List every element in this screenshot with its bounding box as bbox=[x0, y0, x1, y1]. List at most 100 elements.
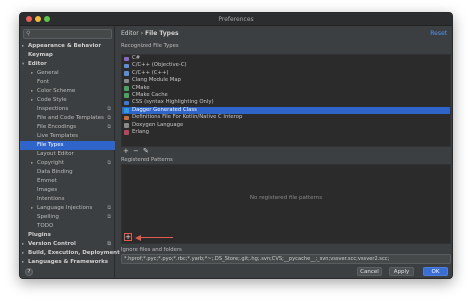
file-type-icon bbox=[124, 71, 129, 76]
sidebar-item[interactable]: Keymap bbox=[20, 51, 115, 60]
sidebar-item-label: File Encodings bbox=[37, 124, 77, 130]
sidebar-item[interactable]: File Types bbox=[20, 141, 115, 150]
chevron-right-icon[interactable]: ▸ bbox=[31, 96, 33, 105]
sidebar-item-label: Layout Editor bbox=[37, 151, 74, 157]
preferences-window: Preferences ⚲ ▸ Appearance & Behavior Keym… bbox=[19, 12, 453, 279]
edit-file-type-button[interactable]: ✎ bbox=[143, 147, 149, 155]
sidebar-item[interactable]: Layout Editor bbox=[20, 150, 115, 159]
chevron-right-icon[interactable]: ▸ bbox=[31, 69, 33, 78]
chevron-right-icon[interactable]: ▸ bbox=[31, 159, 33, 168]
ignore-files-label: Ignore files and folders bbox=[121, 247, 182, 253]
annotation-arrow-line bbox=[139, 237, 173, 238]
reset-link[interactable]: Reset bbox=[430, 30, 447, 37]
add-pattern-button[interactable]: + bbox=[124, 233, 132, 241]
chevron-right-icon[interactable]: ▸ bbox=[22, 42, 24, 51]
sidebar-item[interactable]: ▸ General bbox=[20, 69, 115, 78]
sidebar-item-label: Language Injections bbox=[37, 205, 93, 211]
sidebar-item-label: Keymap bbox=[28, 52, 53, 58]
chevron-right-icon[interactable]: ▸ bbox=[31, 87, 33, 96]
file-type-item[interactable]: CSS (syntax Highlighting Only) bbox=[122, 99, 450, 106]
sidebar-item[interactable]: ▸ Language Injections ⧉ bbox=[20, 204, 115, 213]
file-type-item[interactable]: C/C++ (Objective-C) bbox=[122, 62, 450, 69]
sidebar-item[interactable]: File Encodings ⧉ bbox=[20, 123, 115, 132]
sidebar-item[interactable]: ▾ Editor bbox=[20, 60, 115, 69]
sidebar-item[interactable]: Intentions bbox=[20, 195, 115, 204]
sidebar-item-label: File and Code Templates bbox=[37, 115, 104, 121]
annotation-arrow-head bbox=[135, 235, 141, 241]
sidebar-item[interactable]: Emmet bbox=[20, 177, 115, 186]
file-type-label: C# bbox=[132, 55, 141, 61]
project-scope-icon: ⧉ bbox=[107, 106, 111, 112]
file-type-icon bbox=[124, 86, 129, 91]
registered-patterns-list[interactable]: No registered file patterns + bbox=[121, 164, 451, 244]
file-type-item[interactable]: C/C++ (C++) bbox=[122, 70, 450, 77]
chevron-down-icon[interactable]: ▾ bbox=[22, 60, 24, 69]
sidebar-item[interactable]: Images bbox=[20, 186, 115, 195]
file-type-icon bbox=[124, 78, 129, 84]
sidebar-item-label: Copyright bbox=[37, 160, 64, 166]
sidebar-item[interactable]: ▸ Build, Execution, Deployment bbox=[20, 249, 120, 258]
search-icon: ⚲ bbox=[26, 30, 31, 37]
file-type-item[interactable]: Dagger Generated Class bbox=[122, 106, 450, 115]
settings-search-input[interactable]: ⚲ bbox=[23, 29, 112, 39]
file-type-item[interactable]: Doxygen Language bbox=[122, 122, 450, 129]
file-type-item[interactable]: CMake bbox=[122, 85, 450, 92]
sidebar-item[interactable]: ▸ Copyright ⧉ bbox=[20, 159, 115, 168]
file-type-label: C/C++ (Objective-C) bbox=[132, 62, 187, 69]
file-types-toolbar: + − ✎ bbox=[121, 147, 451, 157]
sidebar-item[interactable]: ▸ Code Style bbox=[20, 96, 115, 105]
help-button[interactable]: ? bbox=[25, 268, 33, 276]
chevron-right-icon[interactable]: ▸ bbox=[31, 204, 33, 213]
recognized-file-types-list[interactable]: C# C/C++ (Objective-C) C/C++ (C++) Clang Mo… bbox=[121, 54, 451, 147]
sidebar-item[interactable]: Font bbox=[20, 78, 115, 87]
sidebar-item-label: Code Style bbox=[37, 97, 67, 103]
cancel-button[interactable]: Cancel bbox=[357, 267, 382, 276]
file-type-icon bbox=[124, 93, 129, 98]
project-scope-icon: ⧉ bbox=[107, 160, 111, 166]
sidebar-item[interactable]: File and Code Templates ⧉ bbox=[20, 114, 115, 123]
file-type-item[interactable]: CMake Cache bbox=[122, 92, 450, 99]
file-type-label: CMake Cache bbox=[132, 91, 168, 98]
sidebar-item[interactable]: ▸ Appearance & Behavior bbox=[20, 42, 115, 51]
file-type-item[interactable]: C# bbox=[122, 55, 450, 62]
file-type-label: Definitions File For Kotlin/Native C Int… bbox=[132, 114, 243, 121]
file-type-item[interactable]: Clang Module Map bbox=[122, 77, 450, 84]
file-type-icon bbox=[124, 130, 129, 135]
remove-file-type-button[interactable]: − bbox=[133, 147, 139, 155]
breadcrumb-editor[interactable]: Editor bbox=[121, 30, 139, 37]
add-file-type-button[interactable]: + bbox=[123, 147, 129, 155]
sidebar-item[interactable]: Plugins bbox=[20, 231, 115, 240]
sidebar-item[interactable]: Live Templates bbox=[20, 132, 115, 141]
sidebar-item-label: General bbox=[37, 70, 59, 76]
sidebar-item[interactable]: Inspections ⧉ bbox=[20, 105, 115, 114]
chevron-right-icon[interactable]: ▸ bbox=[22, 249, 24, 258]
ignore-files-input[interactable]: *.hprof;*.pyc;*.pyo;*.rbc;*.yarb;*~;.DS_… bbox=[121, 254, 451, 264]
chevron-right-icon[interactable]: ▸ bbox=[22, 240, 24, 249]
file-type-icon bbox=[124, 115, 129, 121]
project-scope-icon: ⧉ bbox=[107, 214, 111, 220]
project-scope-icon: ⧉ bbox=[107, 205, 111, 211]
file-type-icon bbox=[124, 56, 129, 61]
sidebar-item[interactable]: Spelling ⧉ bbox=[20, 213, 115, 222]
file-type-icon bbox=[124, 100, 129, 106]
sidebar-item-label: Live Templates bbox=[37, 133, 78, 139]
project-scope-icon: ⧉ bbox=[107, 115, 111, 121]
sidebar-item-label: Plugins bbox=[28, 232, 51, 238]
sidebar-item[interactable]: ▸ Version Control ⧉ bbox=[20, 240, 115, 249]
ok-button[interactable]: OK bbox=[423, 267, 448, 276]
file-type-item[interactable]: Definitions File For Kotlin/Native C Int… bbox=[122, 114, 450, 121]
breadcrumb-separator: › bbox=[140, 30, 144, 37]
sidebar-item-label: Version Control bbox=[28, 241, 76, 247]
sidebar-item-label: Editor bbox=[28, 61, 47, 67]
project-scope-icon: ⧉ bbox=[107, 124, 111, 130]
breadcrumb-file-types: File Types bbox=[145, 30, 179, 37]
sidebar-item[interactable]: TODO bbox=[20, 222, 115, 231]
title-bar: Preferences bbox=[20, 13, 452, 26]
sidebar-item[interactable]: Data Binding bbox=[20, 168, 115, 177]
sidebar-item[interactable]: ▸ Color Scheme bbox=[20, 87, 115, 96]
sidebar-item-label: Font bbox=[37, 79, 49, 85]
file-type-item[interactable]: Erlang bbox=[122, 129, 450, 136]
file-type-label: C/C++ (C++) bbox=[132, 69, 169, 76]
sidebar-item-label: Data Binding bbox=[37, 169, 73, 175]
apply-button[interactable]: Apply bbox=[389, 267, 414, 276]
